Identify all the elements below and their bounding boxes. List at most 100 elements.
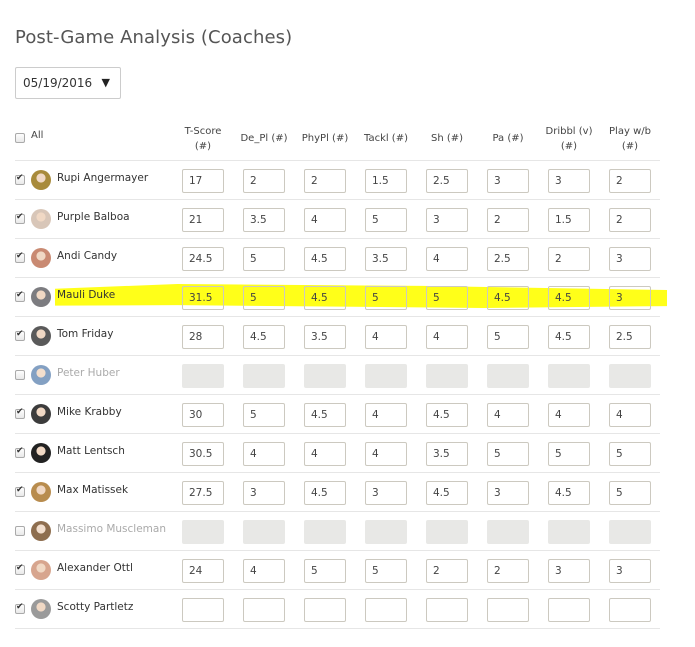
stat-input-phypl[interactable] bbox=[304, 286, 346, 310]
stat-input-dribbl[interactable] bbox=[548, 325, 590, 349]
player-select-checkbox[interactable] bbox=[15, 446, 25, 458]
stat-input-phypl[interactable] bbox=[304, 364, 346, 388]
stat-input-dribbl[interactable] bbox=[548, 169, 590, 193]
stat-input-play_wb[interactable] bbox=[609, 598, 651, 622]
player-select-checkbox[interactable] bbox=[15, 370, 25, 380]
stat-input-dribbl[interactable] bbox=[548, 364, 590, 388]
stat-input-play_wb[interactable] bbox=[609, 442, 651, 466]
stat-input-de_pl[interactable] bbox=[243, 325, 285, 349]
stat-input-phypl[interactable] bbox=[304, 247, 346, 271]
stat-input-dribbl[interactable] bbox=[548, 208, 590, 232]
stat-input-tackl[interactable] bbox=[365, 286, 407, 310]
stat-input-pa[interactable] bbox=[487, 442, 529, 466]
stat-input-pa[interactable] bbox=[487, 325, 529, 349]
stat-input-sh[interactable] bbox=[426, 559, 468, 583]
stat-input-play_wb[interactable] bbox=[609, 286, 651, 310]
player-select-checkbox[interactable] bbox=[15, 173, 25, 185]
stat-input-pa[interactable] bbox=[487, 286, 529, 310]
date-select[interactable]: 05/19/2016 ▼ bbox=[15, 67, 121, 99]
stat-input-pa[interactable] bbox=[487, 208, 529, 232]
stat-input-de_pl[interactable] bbox=[243, 169, 285, 193]
stat-input-pa[interactable] bbox=[487, 520, 529, 544]
stat-input-sh[interactable] bbox=[426, 169, 468, 193]
stat-input-play_wb[interactable] bbox=[609, 208, 651, 232]
player-select-checkbox[interactable] bbox=[15, 602, 25, 614]
stat-input-t_score[interactable] bbox=[182, 208, 224, 232]
stat-input-t_score[interactable] bbox=[182, 169, 224, 193]
stat-input-de_pl[interactable] bbox=[243, 559, 285, 583]
stat-input-pa[interactable] bbox=[487, 598, 529, 622]
stat-input-t_score[interactable] bbox=[182, 364, 224, 388]
stat-input-tackl[interactable] bbox=[365, 247, 407, 271]
stat-input-t_score[interactable] bbox=[182, 559, 224, 583]
stat-input-play_wb[interactable] bbox=[609, 325, 651, 349]
stat-input-dribbl[interactable] bbox=[548, 442, 590, 466]
stat-input-t_score[interactable] bbox=[182, 325, 224, 349]
stat-input-de_pl[interactable] bbox=[243, 520, 285, 544]
stat-input-sh[interactable] bbox=[426, 442, 468, 466]
stat-input-t_score[interactable] bbox=[182, 403, 224, 427]
stat-input-t_score[interactable] bbox=[182, 598, 224, 622]
player-select-checkbox[interactable] bbox=[15, 329, 25, 341]
stat-input-phypl[interactable] bbox=[304, 403, 346, 427]
stat-input-tackl[interactable] bbox=[365, 520, 407, 544]
stat-input-sh[interactable] bbox=[426, 403, 468, 427]
stat-input-dribbl[interactable] bbox=[548, 520, 590, 544]
player-select-checkbox[interactable] bbox=[15, 290, 25, 302]
stat-input-pa[interactable] bbox=[487, 247, 529, 271]
stat-input-tackl[interactable] bbox=[365, 559, 407, 583]
stat-input-t_score[interactable] bbox=[182, 520, 224, 544]
stat-input-play_wb[interactable] bbox=[609, 520, 651, 544]
select-all-checkbox[interactable] bbox=[15, 133, 25, 143]
stat-input-t_score[interactable] bbox=[182, 442, 224, 466]
player-select-checkbox[interactable] bbox=[15, 212, 25, 224]
stat-input-pa[interactable] bbox=[487, 403, 529, 427]
stat-input-phypl[interactable] bbox=[304, 598, 346, 622]
stat-input-play_wb[interactable] bbox=[609, 481, 651, 505]
stat-input-phypl[interactable] bbox=[304, 169, 346, 193]
stat-input-phypl[interactable] bbox=[304, 559, 346, 583]
stat-input-play_wb[interactable] bbox=[609, 559, 651, 583]
stat-input-t_score[interactable] bbox=[182, 286, 224, 310]
stat-input-dribbl[interactable] bbox=[548, 598, 590, 622]
stat-input-play_wb[interactable] bbox=[609, 169, 651, 193]
stat-input-sh[interactable] bbox=[426, 286, 468, 310]
stat-input-tackl[interactable] bbox=[365, 481, 407, 505]
stat-input-sh[interactable] bbox=[426, 208, 468, 232]
stat-input-sh[interactable] bbox=[426, 481, 468, 505]
stat-input-play_wb[interactable] bbox=[609, 403, 651, 427]
stat-input-de_pl[interactable] bbox=[243, 286, 285, 310]
stat-input-sh[interactable] bbox=[426, 247, 468, 271]
stat-input-phypl[interactable] bbox=[304, 208, 346, 232]
stat-input-sh[interactable] bbox=[426, 598, 468, 622]
stat-input-pa[interactable] bbox=[487, 169, 529, 193]
stat-input-dribbl[interactable] bbox=[548, 559, 590, 583]
stat-input-de_pl[interactable] bbox=[243, 598, 285, 622]
stat-input-tackl[interactable] bbox=[365, 208, 407, 232]
player-select-checkbox[interactable] bbox=[15, 251, 25, 263]
stat-input-de_pl[interactable] bbox=[243, 481, 285, 505]
stat-input-phypl[interactable] bbox=[304, 481, 346, 505]
player-select-checkbox[interactable] bbox=[15, 526, 25, 536]
stat-input-tackl[interactable] bbox=[365, 169, 407, 193]
stat-input-dribbl[interactable] bbox=[548, 481, 590, 505]
stat-input-t_score[interactable] bbox=[182, 481, 224, 505]
stat-input-sh[interactable] bbox=[426, 364, 468, 388]
stat-input-pa[interactable] bbox=[487, 559, 529, 583]
stat-input-de_pl[interactable] bbox=[243, 442, 285, 466]
stat-input-dribbl[interactable] bbox=[548, 247, 590, 271]
player-select-checkbox[interactable] bbox=[15, 563, 25, 575]
stat-input-phypl[interactable] bbox=[304, 520, 346, 544]
player-select-checkbox[interactable] bbox=[15, 407, 25, 419]
stat-input-de_pl[interactable] bbox=[243, 208, 285, 232]
stat-input-dribbl[interactable] bbox=[548, 286, 590, 310]
stat-input-sh[interactable] bbox=[426, 325, 468, 349]
stat-input-tackl[interactable] bbox=[365, 403, 407, 427]
stat-input-de_pl[interactable] bbox=[243, 247, 285, 271]
stat-input-pa[interactable] bbox=[487, 481, 529, 505]
stat-input-tackl[interactable] bbox=[365, 325, 407, 349]
stat-input-de_pl[interactable] bbox=[243, 364, 285, 388]
stat-input-dribbl[interactable] bbox=[548, 403, 590, 427]
stat-input-tackl[interactable] bbox=[365, 442, 407, 466]
player-select-checkbox[interactable] bbox=[15, 485, 25, 497]
